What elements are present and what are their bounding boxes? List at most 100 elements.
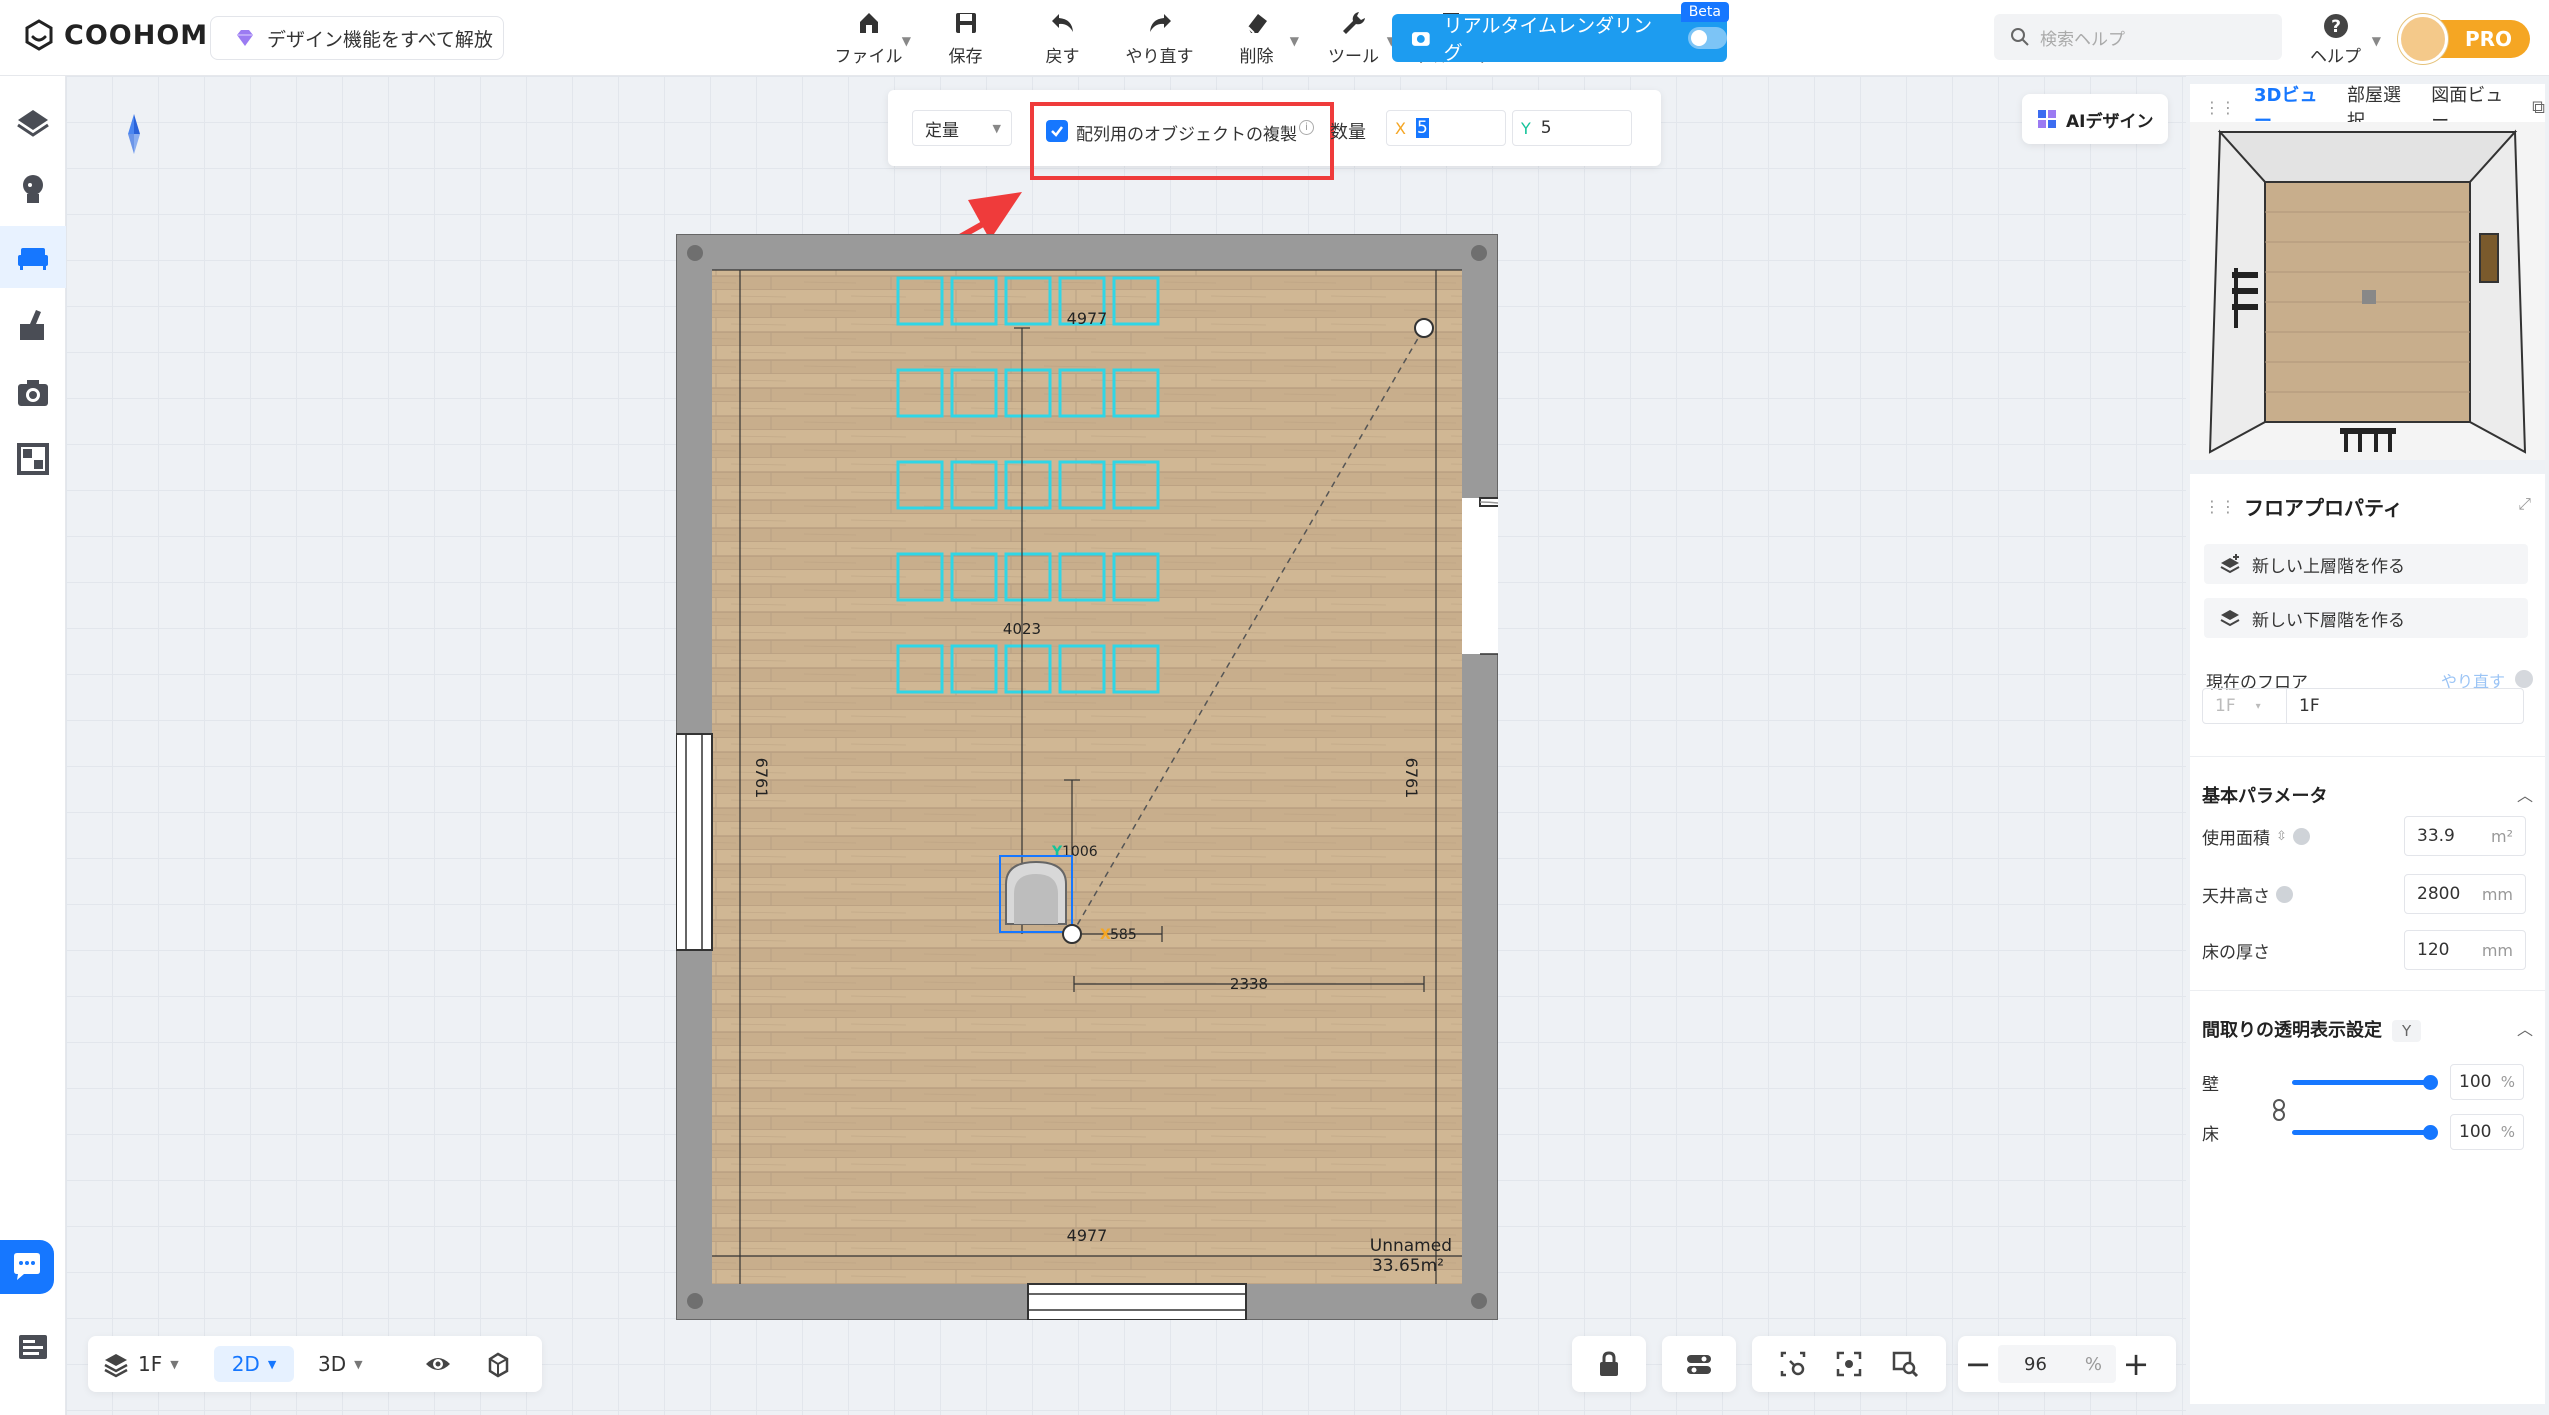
transparency-tag[interactable]: Y xyxy=(2392,1020,2422,1042)
camera-icon xyxy=(18,380,48,406)
head-model-icon xyxy=(23,175,43,203)
zoom-in-button[interactable]: + xyxy=(2116,1345,2156,1383)
zoom-control: − 96 % + xyxy=(1958,1336,2176,1392)
chevron-up-icon[interactable]: ︿ xyxy=(2517,1016,2533,1040)
search-icon xyxy=(2011,28,2029,46)
view-controls-bar: 1F ▼ 2D ▼ 3D ▼ xyxy=(88,1336,542,1392)
sort-icon[interactable]: ⇳ xyxy=(2276,829,2287,844)
floor-opacity-field[interactable]: 100 % xyxy=(2450,1114,2524,1150)
room-area: 33.65m² xyxy=(1372,1256,1444,1276)
toolbar-tools-button[interactable]: ツール ▼ xyxy=(1305,8,1402,67)
array-start-handle[interactable] xyxy=(1062,924,1082,944)
redo-icon xyxy=(1149,14,1171,32)
wall-opacity-slider[interactable] xyxy=(2292,1074,2438,1090)
y-axis-label: Y xyxy=(1521,118,1531,138)
wrench-icon xyxy=(1342,12,1365,34)
current-floor-select[interactable]: 1F ▾ 1F xyxy=(2202,688,2524,724)
floor-thickness-field[interactable]: 120 mm xyxy=(2404,930,2526,970)
quantity-y-value: 5 xyxy=(1540,118,1552,138)
window-bottom[interactable] xyxy=(1027,1283,1247,1320)
ceiling-height-field[interactable]: 2800 mm xyxy=(2404,874,2526,914)
visibility-button[interactable] xyxy=(424,1346,452,1382)
usable-area-field[interactable]: 33.9 m² xyxy=(2404,816,2526,856)
floor-prefix: 1F xyxy=(2215,696,2236,716)
toolbar-undo-button[interactable]: 戻す xyxy=(1014,8,1111,67)
cube-view-button[interactable] xyxy=(484,1346,512,1382)
zoom-area-icon[interactable] xyxy=(1890,1349,1920,1379)
array-mode-select[interactable]: 定量 ▼ xyxy=(912,110,1012,146)
chevron-up-icon[interactable]: ︿ xyxy=(2517,782,2533,806)
copy-object-checkbox[interactable]: 配列用のオブジェクトの複製 i xyxy=(1030,102,1334,180)
usable-area-row: 使用面積 ⇳ 33.9 m² xyxy=(2202,816,2526,856)
drag-handle-icon[interactable]: ⋮⋮ xyxy=(2204,98,2236,117)
help-menu-button[interactable]: ? ヘルプ ▼ xyxy=(2310,12,2381,67)
zoom-out-button[interactable]: − xyxy=(1958,1345,1998,1383)
floor-selector[interactable]: 1F ▼ xyxy=(102,1346,179,1382)
info-icon[interactable] xyxy=(2292,827,2310,845)
toolbar-delete-button[interactable]: 削除 ▼ xyxy=(1208,8,1305,67)
chat-icon xyxy=(14,1253,40,1280)
info-icon[interactable] xyxy=(2276,885,2293,903)
view-2d-button[interactable]: 2D ▼ xyxy=(214,1346,294,1382)
door-right[interactable] xyxy=(1462,497,1498,655)
chevron-down-icon: ▼ xyxy=(992,121,1001,135)
quantity-x-input[interactable]: X 5 xyxy=(1386,110,1506,146)
realtime-rendering-button[interactable]: リアルタイムレンダリング Beta xyxy=(1392,2,1729,64)
3d-preview[interactable] xyxy=(2190,122,2545,460)
drag-handle-icon[interactable]: ⋮⋮ xyxy=(2204,497,2236,516)
quantity-y-input[interactable]: Y 5 xyxy=(1512,110,1632,146)
floor-plan[interactable]: 4977 6761 6761 4023 4977 Y 1006 X 585 23… xyxy=(676,234,1498,1320)
lock-button[interactable] xyxy=(1572,1336,1646,1392)
new-upper-floor-button[interactable]: 新しい上層階を作る xyxy=(2204,544,2528,584)
toolbar-save-button[interactable]: 保存 xyxy=(917,8,1014,67)
zoom-value: 96 xyxy=(2024,1353,2047,1375)
toolbar-file-button[interactable]: ファイル ▼ xyxy=(820,8,917,67)
coohom-logo[interactable]: COOHOM xyxy=(22,18,208,52)
popout-icon[interactable]: ⧉ xyxy=(2532,97,2545,118)
unlock-features-label: デザイン機能をすべて解放 xyxy=(267,28,493,51)
ai-design-label: AIデザイン xyxy=(2066,111,2154,132)
sidebar-item-materials[interactable] xyxy=(0,294,66,356)
toolbar-save-label: 保存 xyxy=(948,47,983,67)
usable-area-label: 使用面積 xyxy=(2202,828,2270,849)
wall-opacity-row: 壁 100 % xyxy=(2202,1062,2526,1102)
expand-icon[interactable]: ⤢ xyxy=(2518,494,2531,514)
view-3d-label: 3D xyxy=(318,1352,347,1376)
measure-settings-icon[interactable] xyxy=(1778,1349,1808,1379)
array-end-handle[interactable] xyxy=(1414,318,1434,338)
layers-build-icon xyxy=(17,110,49,137)
unlock-features-button[interactable]: デザイン機能をすべて解放 xyxy=(210,16,504,60)
sidebar-item-model[interactable] xyxy=(0,158,66,220)
new-lower-floor-button[interactable]: 新しい下層階を作る xyxy=(2204,598,2528,638)
ai-design-button[interactable]: AIデザイン xyxy=(2022,94,2168,144)
x-axis-label: X xyxy=(1395,118,1406,138)
toolbar-file-label: ファイル xyxy=(834,47,903,67)
zoom-input[interactable]: 96 % xyxy=(1998,1345,2116,1383)
avatar[interactable] xyxy=(2398,14,2448,64)
sidebar-item-furniture[interactable] xyxy=(0,226,66,288)
floor-opacity-slider[interactable] xyxy=(2292,1124,2438,1140)
checkbox-checked-icon[interactable] xyxy=(1046,120,1068,142)
help-search-input[interactable]: 検索ヘルプ xyxy=(1994,14,2282,60)
dimension-bottom: 4977 xyxy=(1067,1226,1108,1245)
layers-icon xyxy=(104,1354,128,1378)
toggle-settings-button[interactable] xyxy=(1662,1336,1736,1392)
chat-support-button[interactable] xyxy=(0,1240,54,1294)
chevron-down-icon: ▼ xyxy=(901,34,911,48)
dimension-left: 6761 xyxy=(752,758,771,799)
sidebar-item-catalog[interactable] xyxy=(0,1316,66,1378)
wall-opacity-field[interactable]: 100 % xyxy=(2450,1064,2524,1100)
sidebar-item-render[interactable] xyxy=(0,362,66,424)
fit-view-icon[interactable] xyxy=(1834,1349,1864,1379)
sidebar-item-build[interactable] xyxy=(0,92,66,154)
room-floor[interactable] xyxy=(712,270,1462,1284)
toolbar-redo-button[interactable]: やり直す xyxy=(1111,8,1208,67)
info-icon[interactable]: i xyxy=(1299,120,1314,135)
view-3d-button[interactable]: 3D ▼ xyxy=(318,1346,363,1382)
wall-opacity-value: 100 xyxy=(2459,1072,2492,1092)
sidebar-item-floorplan[interactable] xyxy=(0,428,66,490)
floor-opacity-value: 100 xyxy=(2459,1122,2492,1142)
window-left[interactable] xyxy=(676,733,713,951)
realtime-rendering-toggle[interactable] xyxy=(1687,27,1727,49)
info-icon[interactable] xyxy=(2515,670,2533,688)
